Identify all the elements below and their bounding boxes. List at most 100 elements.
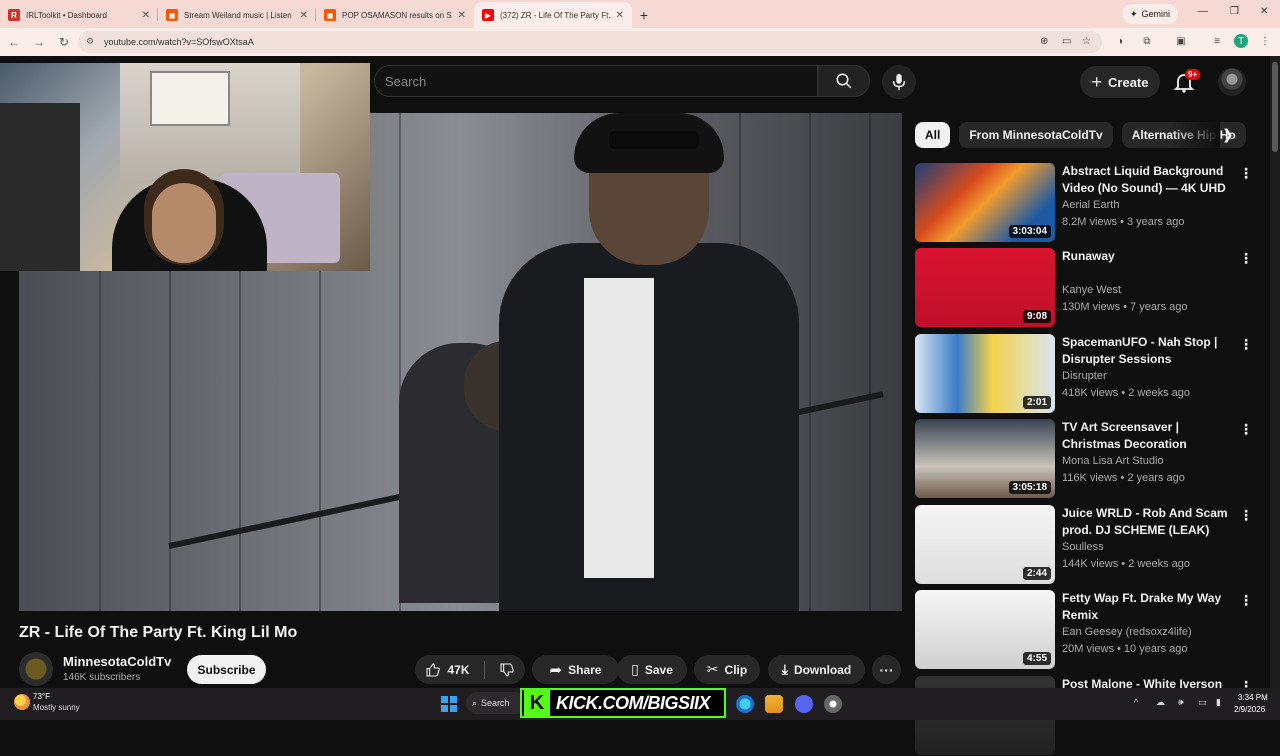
browser-tab[interactable]: ◼ Stream Weiland music | Listen t ✕	[158, 2, 316, 28]
store-icon[interactable]	[765, 695, 783, 713]
media-icon[interactable]: ≡	[1210, 34, 1224, 48]
recommendation-title[interactable]: Fetty Wap Ft. Drake My Way Remix	[1062, 590, 1232, 624]
browser-tab[interactable]: ◼ POP OSAMASON results on Sc ✕	[316, 2, 474, 28]
tab-close-icon[interactable]: ✕	[616, 10, 624, 21]
subscribe-button[interactable]: Subscribe	[187, 655, 266, 684]
recommendation-thumbnail[interactable]: 4:55	[915, 590, 1055, 669]
browser-tab-active[interactable]: ▶ (372) ZR - Life Of The Party Ft. ✕	[474, 2, 632, 28]
discord-icon[interactable]	[795, 695, 813, 713]
forward-icon[interactable]: →	[28, 31, 50, 53]
new-tab-button[interactable]: +	[632, 2, 656, 28]
gemini-button[interactable]: ✦ Gemini	[1122, 4, 1179, 24]
back-icon[interactable]: ←	[3, 31, 25, 53]
recommendation-channel[interactable]: Soulless	[1062, 541, 1104, 553]
browser-tab[interactable]: R IRLToolkit • Dashboard ✕	[0, 2, 158, 28]
search-input[interactable]: Search	[374, 65, 818, 97]
recommendation-meta: 418K views • 2 weeks ago	[1062, 387, 1190, 399]
like-divider	[483, 660, 485, 679]
recommendation-thumbnail[interactable]: 2:44	[915, 505, 1055, 584]
taskbar-search[interactable]: ⌕ Search	[466, 692, 526, 714]
recommendation-thumbnail[interactable]: 3:03:04	[915, 163, 1055, 242]
site-info-icon[interactable]: ⚙	[86, 36, 98, 48]
tab-close-icon[interactable]: ✕	[458, 10, 466, 21]
channel-avatar[interactable]	[19, 652, 53, 686]
recommendation-menu-icon[interactable]: ⋮	[1239, 250, 1253, 267]
page-scrollbar[interactable]	[1270, 56, 1280, 688]
like-button[interactable]: 47K	[425, 662, 470, 678]
recommendation-menu-icon[interactable]: ⋮	[1239, 336, 1253, 353]
network-icon[interactable]: ▭	[1198, 697, 1207, 708]
recommendation-item[interactable]: 4:55 Fetty Wap Ft. Drake My Way Remix Ean …	[915, 590, 1255, 670]
bookmark-star-icon[interactable]: ☆	[1082, 36, 1091, 47]
close-window-icon[interactable]: ✕	[1260, 6, 1268, 17]
recommendation-item[interactable]: 2:44 Juice WRLD - Rob And Scam prod. DJ S…	[915, 505, 1255, 585]
recommendation-channel[interactable]: Aerial Earth	[1062, 199, 1119, 211]
extension-icon[interactable]: ◗	[1114, 34, 1128, 48]
thumbs-up-icon	[426, 662, 441, 677]
reload-icon[interactable]: ↻	[53, 31, 75, 53]
profile-avatar[interactable]: T	[1234, 34, 1248, 48]
create-button[interactable]: + Create	[1080, 66, 1160, 98]
account-avatar[interactable]	[1218, 68, 1246, 96]
clip-button[interactable]: ✂ Clip	[694, 655, 760, 684]
recommendation-title[interactable]: Juice WRLD - Rob And Scam prod. DJ SCHEM…	[1062, 505, 1232, 539]
more-actions-button[interactable]: ···	[872, 655, 901, 684]
onedrive-icon[interactable]: ☁	[1156, 697, 1165, 708]
minimize-icon[interactable]: —	[1198, 6, 1208, 17]
recommendation-menu-icon[interactable]: ⋮	[1239, 421, 1253, 438]
edge-icon[interactable]	[736, 695, 754, 713]
tab-close-icon[interactable]: ✕	[300, 10, 308, 21]
maximize-icon[interactable]: ❐	[1230, 6, 1239, 17]
tab-favicon-icon: R	[8, 9, 20, 21]
chip-all[interactable]: All	[915, 122, 951, 148]
zoom-icon[interactable]: ⊕	[1040, 36, 1048, 47]
weather-description: Mostly sunny	[33, 703, 80, 712]
recommendation-channel[interactable]: Ean Geesey (redsoxz4life)	[1062, 626, 1192, 638]
recommendation-channel[interactable]: Mona Lisa Art Studio	[1062, 455, 1164, 467]
recommendation-menu-icon[interactable]: ⋮	[1239, 507, 1253, 524]
search-button[interactable]	[818, 65, 870, 97]
recommendation-item[interactable]: 3:03:04 Abstract Liquid Background Video …	[915, 163, 1255, 243]
taskbar-time: 3:34 PM	[1238, 693, 1268, 702]
windows-start-icon[interactable]	[441, 696, 457, 712]
recommendation-title[interactable]: Runaway	[1062, 248, 1232, 265]
recommendation-thumbnail[interactable]: 2:01	[915, 334, 1055, 413]
puzzle-icon[interactable]: ⧉	[1140, 34, 1154, 48]
share-button[interactable]: ➦ Share	[532, 655, 619, 684]
recommendation-channel[interactable]: Kanye West	[1062, 284, 1121, 296]
recommendation-title[interactable]: SpacemanUFO - Nah Stop | Disrupter Sessi…	[1062, 334, 1232, 368]
recommendation-title[interactable]: TV Art Screensaver | Christmas Decoratio…	[1062, 419, 1232, 453]
voice-search-button[interactable]	[882, 65, 916, 99]
recommendation-channel[interactable]: Disrupter	[1062, 370, 1107, 382]
recommendation-title[interactable]: Abstract Liquid Background Video (No Sou…	[1062, 163, 1232, 197]
recommendation-item[interactable]: 3:05:18 TV Art Screensaver | Christmas De…	[915, 419, 1255, 499]
chip-channel[interactable]: From MinnesotaColdTv	[959, 122, 1113, 148]
recommendation-meta: 130M views • 7 years ago	[1062, 301, 1188, 313]
scrollbar-thumb[interactable]	[1272, 62, 1278, 152]
thumbs-down-icon[interactable]	[499, 662, 515, 678]
channel-name[interactable]: MinnesotaColdTv	[63, 654, 171, 669]
recommendation-item[interactable]: 2:01 SpacemanUFO - Nah Stop | Disrupter S…	[915, 334, 1255, 414]
save-button[interactable]: ▯ Save	[617, 655, 687, 684]
tray-chevron-icon[interactable]: ^	[1134, 697, 1138, 707]
speaker-icon[interactable]: 🕪	[1178, 697, 1184, 708]
tab-title: (372) ZR - Life Of The Party Ft.	[500, 10, 610, 20]
obs-icon[interactable]	[824, 695, 842, 713]
recommendation-thumbnail[interactable]: 9:08	[915, 248, 1055, 327]
recommendation-thumbnail[interactable]: 3:05:18	[915, 419, 1055, 498]
chevron-right-icon[interactable]: ❯	[1222, 126, 1234, 143]
download-button[interactable]: ⤓ Download	[768, 655, 865, 684]
address-row: ← → ↻ ⚙ youtube.com/watch?v=SOfswOXtsaA …	[0, 28, 1280, 56]
sidepanel-icon[interactable]: ▣	[1174, 34, 1188, 48]
battery-icon[interactable]: ▮	[1216, 697, 1221, 708]
address-bar[interactable]: ⚙ youtube.com/watch?v=SOfswOXtsaA ⊕ ▭ ☆	[78, 31, 1102, 53]
recommendation-meta: 116K views • 2 years ago	[1062, 472, 1185, 484]
video-duration: 2:44	[1022, 567, 1051, 580]
recommendation-item[interactable]: 9:08 Runaway Kanye West 130M views • 7 year…	[915, 248, 1255, 328]
weather-icon[interactable]	[14, 694, 30, 710]
tab-close-icon[interactable]: ✕	[142, 10, 150, 21]
cast-icon[interactable]: ▭	[1062, 36, 1071, 47]
recommendation-menu-icon[interactable]: ⋮	[1239, 592, 1253, 609]
recommendation-menu-icon[interactable]: ⋮	[1239, 165, 1253, 182]
menu-kebab-icon[interactable]: ⋮	[1258, 34, 1272, 48]
